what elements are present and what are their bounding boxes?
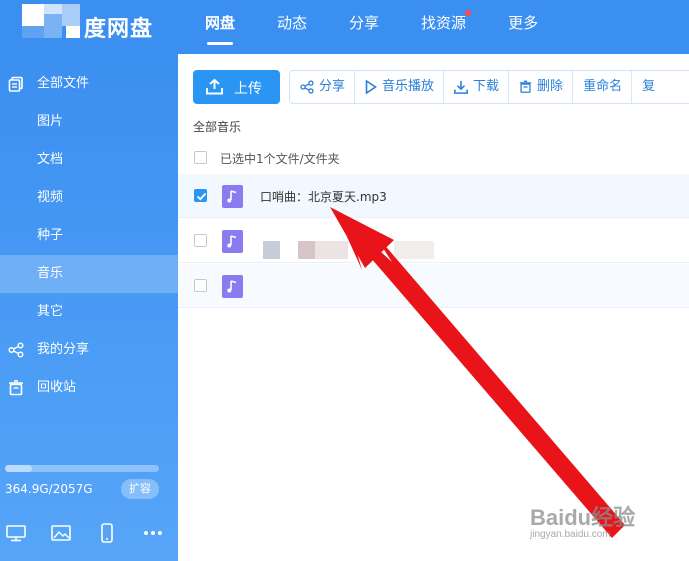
- main-content: 上传 分享 音乐播放 下载 删除 重命名 复 全部音乐 已选中1个文件/文件夹 …: [178, 54, 689, 561]
- storage-progress-fill: [5, 465, 33, 472]
- top-nav: 网盘 动态 分享 找资源 更多: [190, 0, 565, 54]
- upload-icon: [206, 79, 223, 95]
- file-checkbox[interactable]: [194, 189, 207, 202]
- download-button[interactable]: 下载: [444, 71, 510, 103]
- upload-button[interactable]: 上传: [193, 70, 280, 104]
- sidebar-item-all-files[interactable]: 全部文件: [0, 65, 178, 103]
- file-checkbox[interactable]: [194, 234, 207, 247]
- nav-tab-more[interactable]: 更多: [493, 0, 553, 54]
- nav-tab-feed[interactable]: 动态: [262, 0, 322, 54]
- selection-header: 已选中1个文件/文件夹: [178, 143, 689, 173]
- logo-text: 度网盘: [84, 17, 154, 42]
- phone-icon[interactable]: [96, 522, 118, 544]
- file-toolbar: 分享 音乐播放 下载 删除 重命名 复: [289, 70, 689, 104]
- desktop-icon[interactable]: [5, 522, 27, 544]
- sidebar-item-other[interactable]: 其它: [0, 293, 178, 331]
- sidebar-item-documents[interactable]: 文档: [0, 141, 178, 179]
- files-icon: [8, 76, 23, 92]
- storage-progress-bar: [5, 465, 159, 472]
- file-row[interactable]: [178, 264, 689, 308]
- nav-tab-share[interactable]: 分享: [334, 0, 394, 54]
- music-file-icon: [222, 275, 243, 298]
- watermark: Baidu经验 jingyan.baidu.com: [530, 505, 636, 540]
- file-row[interactable]: 口哨曲：北京夏天.mp3: [178, 174, 689, 218]
- share-button[interactable]: 分享: [290, 71, 356, 103]
- copy-button[interactable]: 复: [632, 71, 664, 103]
- expand-storage-button[interactable]: 扩容: [121, 479, 159, 499]
- storage-usage-text: 364.9G/2057G: [5, 482, 93, 496]
- sidebar-item-music[interactable]: 音乐: [0, 255, 178, 293]
- share-icon: [300, 80, 314, 94]
- music-file-icon: [222, 185, 243, 208]
- music-file-icon: [222, 230, 243, 253]
- sidebar: 全部文件 图片 文档 视频 种子 音乐 其它 我的分享 回收站 364.9G/2…: [0, 54, 178, 561]
- sidebar-item-torrents[interactable]: 种子: [0, 217, 178, 255]
- share-icon: [8, 342, 24, 358]
- sidebar-item-my-shares[interactable]: 我的分享: [0, 331, 178, 369]
- selection-count: 已选中1个文件/文件夹: [220, 152, 340, 166]
- file-row[interactable]: [178, 219, 689, 263]
- sidebar-item-recycle-bin[interactable]: 回收站: [0, 369, 178, 407]
- blurred-file-name: [263, 241, 280, 259]
- download-icon: [454, 80, 468, 94]
- delete-button[interactable]: 删除: [509, 71, 574, 103]
- notification-dot: [465, 10, 472, 16]
- select-all-checkbox[interactable]: [194, 151, 207, 164]
- trash-icon: [9, 380, 23, 396]
- breadcrumb[interactable]: 全部音乐: [193, 118, 241, 135]
- top-bar: 度网盘 网盘 动态 分享 找资源 更多: [0, 0, 689, 54]
- file-checkbox[interactable]: [194, 279, 207, 292]
- play-music-button[interactable]: 音乐播放: [355, 71, 445, 103]
- logo[interactable]: 度网盘: [0, 0, 178, 54]
- sidebar-item-videos[interactable]: 视频: [0, 179, 178, 217]
- more-icon[interactable]: [142, 522, 164, 544]
- sidebar-item-images[interactable]: 图片: [0, 103, 178, 141]
- trash-icon: [519, 80, 532, 93]
- nav-tab-find-resources[interactable]: 找资源: [406, 0, 481, 54]
- check-icon: [196, 192, 207, 201]
- image-icon[interactable]: [50, 522, 72, 544]
- sidebar-bottom-icons: [0, 522, 178, 546]
- play-icon: [365, 80, 377, 94]
- nav-tab-netdisk[interactable]: 网盘: [190, 0, 250, 54]
- rename-button[interactable]: 重命名: [573, 71, 633, 103]
- logo-mark: [22, 4, 44, 26]
- file-name[interactable]: 口哨曲：北京夏天.mp3: [260, 188, 387, 205]
